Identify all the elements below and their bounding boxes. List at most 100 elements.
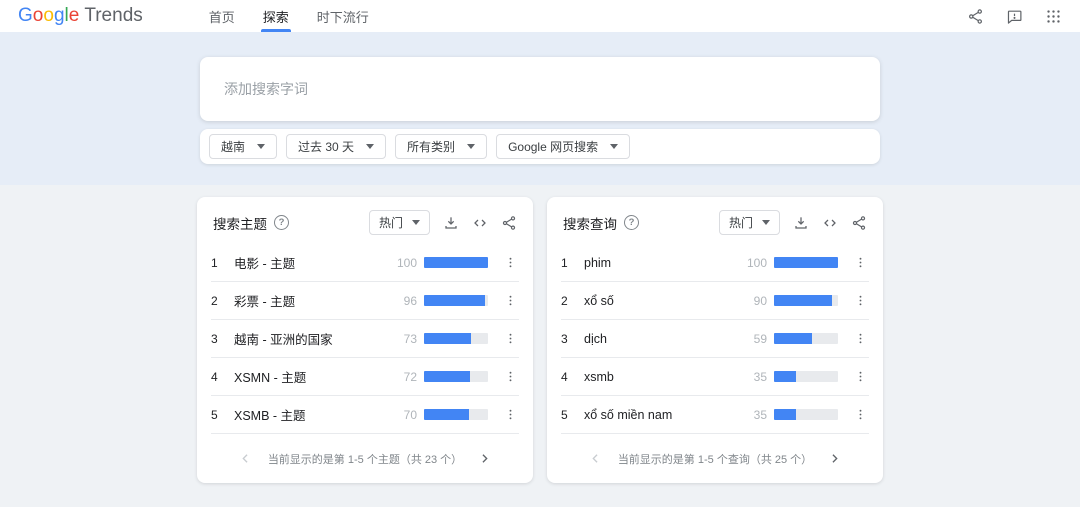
row-value: 90 — [741, 294, 767, 308]
row-value: 70 — [391, 408, 417, 422]
embed-icon[interactable] — [472, 215, 488, 231]
row-label: XSMN - 主题 — [234, 367, 391, 386]
row-rank: 2 — [211, 294, 223, 308]
google-logo-wordmark: Google — [18, 5, 79, 27]
more-options-icon[interactable] — [501, 294, 519, 307]
value-bar-fill — [424, 409, 469, 420]
pagination-status: 当前显示的是第 1-5 个查询（共 25 个） — [618, 451, 812, 467]
row-label: phim — [584, 256, 741, 270]
value-bar-fill — [774, 371, 796, 382]
chevron-right-icon[interactable] — [477, 451, 492, 466]
filter-chip[interactable]: Google 网页搜索 — [496, 134, 630, 159]
download-icon[interactable] — [793, 215, 809, 231]
more-options-icon[interactable] — [501, 332, 519, 345]
more-options-icon[interactable] — [851, 408, 869, 421]
list-item[interactable]: 3dịch59 — [561, 320, 869, 358]
list-item[interactable]: 1电影 - 主题100 — [211, 244, 519, 282]
chevron-right-icon[interactable] — [827, 451, 842, 466]
list-item[interactable]: 4xsmb35 — [561, 358, 869, 396]
row-label: XSMB - 主题 — [234, 405, 391, 424]
chevron-down-icon — [366, 144, 374, 149]
results-area: 搜索主题 ? 热门 — [0, 197, 1080, 483]
search-input[interactable] — [200, 57, 880, 121]
share-icon[interactable] — [967, 8, 984, 25]
more-options-icon[interactable] — [851, 370, 869, 383]
chevron-left-icon[interactable] — [238, 451, 253, 466]
value-bar — [424, 257, 488, 268]
row-rank: 5 — [561, 408, 573, 422]
row-value: 96 — [391, 294, 417, 308]
card-header: 搜索查询 ? 热门 — [561, 197, 869, 244]
filter-chip[interactable]: 所有类别 — [395, 134, 487, 159]
help-icon[interactable]: ? — [274, 215, 289, 230]
share-icon[interactable] — [501, 215, 517, 231]
filter-chip-label: 所有类别 — [407, 138, 455, 155]
help-icon[interactable]: ? — [624, 215, 639, 230]
value-bar — [424, 409, 488, 420]
chevron-down-icon — [762, 220, 770, 225]
value-bar-fill — [424, 371, 470, 382]
nav-item-link[interactable]: 首页 — [195, 0, 249, 32]
row-rank: 2 — [561, 294, 573, 308]
list-item[interactable]: 2 xổ số90 — [561, 282, 869, 320]
chevron-down-icon — [467, 144, 475, 149]
card-title: 搜索查询 — [563, 213, 617, 233]
embed-icon[interactable] — [822, 215, 838, 231]
google-trends-logo[interactable]: Google Trends — [18, 5, 143, 27]
pagination: 当前显示的是第 1-5 个查询（共 25 个） — [561, 434, 869, 483]
logo-letter: e — [69, 5, 80, 26]
pagination-status: 当前显示的是第 1-5 个主题（共 23 个） — [268, 451, 462, 467]
row-value: 100 — [741, 256, 767, 270]
row-label: xổ số — [584, 294, 741, 308]
feedback-icon[interactable] — [1006, 8, 1023, 25]
more-options-icon[interactable] — [851, 256, 869, 269]
apps-icon[interactable] — [1045, 8, 1062, 25]
logo-letter: o — [43, 5, 54, 26]
chevron-down-icon — [610, 144, 618, 149]
download-icon[interactable] — [443, 215, 459, 231]
row-value: 59 — [741, 332, 767, 346]
logo-letter: g — [54, 5, 65, 26]
value-bar-fill — [774, 409, 796, 420]
more-options-icon[interactable] — [851, 294, 869, 307]
more-options-icon[interactable] — [501, 408, 519, 421]
row-value: 72 — [391, 370, 417, 384]
value-bar — [774, 257, 838, 268]
row-label: xổ số miền nam — [584, 408, 741, 422]
list-item[interactable]: 5 xổ số miền nam35 — [561, 396, 869, 434]
more-options-icon[interactable] — [851, 332, 869, 345]
nav-item-active[interactable]: 探索 — [249, 0, 303, 32]
value-bar-fill — [424, 333, 471, 344]
row-rank: 4 — [561, 370, 573, 384]
logo-letter: o — [33, 5, 44, 26]
nav-item-link[interactable]: 时下流行 — [303, 0, 383, 32]
ranked-list: 1phim100 2 xổ số90 3dịch594xsmb35 5 xổ số miề… — [561, 244, 869, 434]
more-options-icon[interactable] — [501, 370, 519, 383]
list-item[interactable]: 1phim100 — [561, 244, 869, 282]
card-tools: 热门 — [369, 210, 517, 235]
row-rank: 3 — [211, 332, 223, 346]
value-bar-fill — [424, 257, 488, 268]
sort-dropdown[interactable]: 热门 — [719, 210, 780, 235]
sort-dropdown[interactable]: 热门 — [369, 210, 430, 235]
ranked-list: 1电影 - 主题1002彩票 - 主题963越南 - 亚洲的国家734XSMN … — [211, 244, 519, 434]
list-item[interactable]: 5XSMB - 主题70 — [211, 396, 519, 434]
share-icon[interactable] — [851, 215, 867, 231]
filter-chip[interactable]: 越南 — [209, 134, 277, 159]
filter-chip[interactable]: 过去 30 天 — [286, 134, 386, 159]
row-value: 100 — [391, 256, 417, 270]
pagination: 当前显示的是第 1-5 个主题（共 23 个） — [211, 434, 519, 483]
list-item[interactable]: 2彩票 - 主题96 — [211, 282, 519, 320]
list-item[interactable]: 3越南 - 亚洲的国家73 — [211, 320, 519, 358]
row-value: 35 — [741, 370, 767, 384]
row-label: 越南 - 亚洲的国家 — [234, 329, 391, 348]
explore-hero-section: 越南过去 30 天 所有类别 Google 网页搜索 — [0, 32, 1080, 185]
row-value: 35 — [741, 408, 767, 422]
chevron-left-icon[interactable] — [588, 451, 603, 466]
chevron-down-icon — [412, 220, 420, 225]
value-bar — [774, 409, 838, 420]
row-rank: 3 — [561, 332, 573, 346]
list-item[interactable]: 4XSMN - 主题72 — [211, 358, 519, 396]
more-options-icon[interactable] — [501, 256, 519, 269]
related-queries-card: 搜索查询 ? 热门 — [547, 197, 883, 483]
